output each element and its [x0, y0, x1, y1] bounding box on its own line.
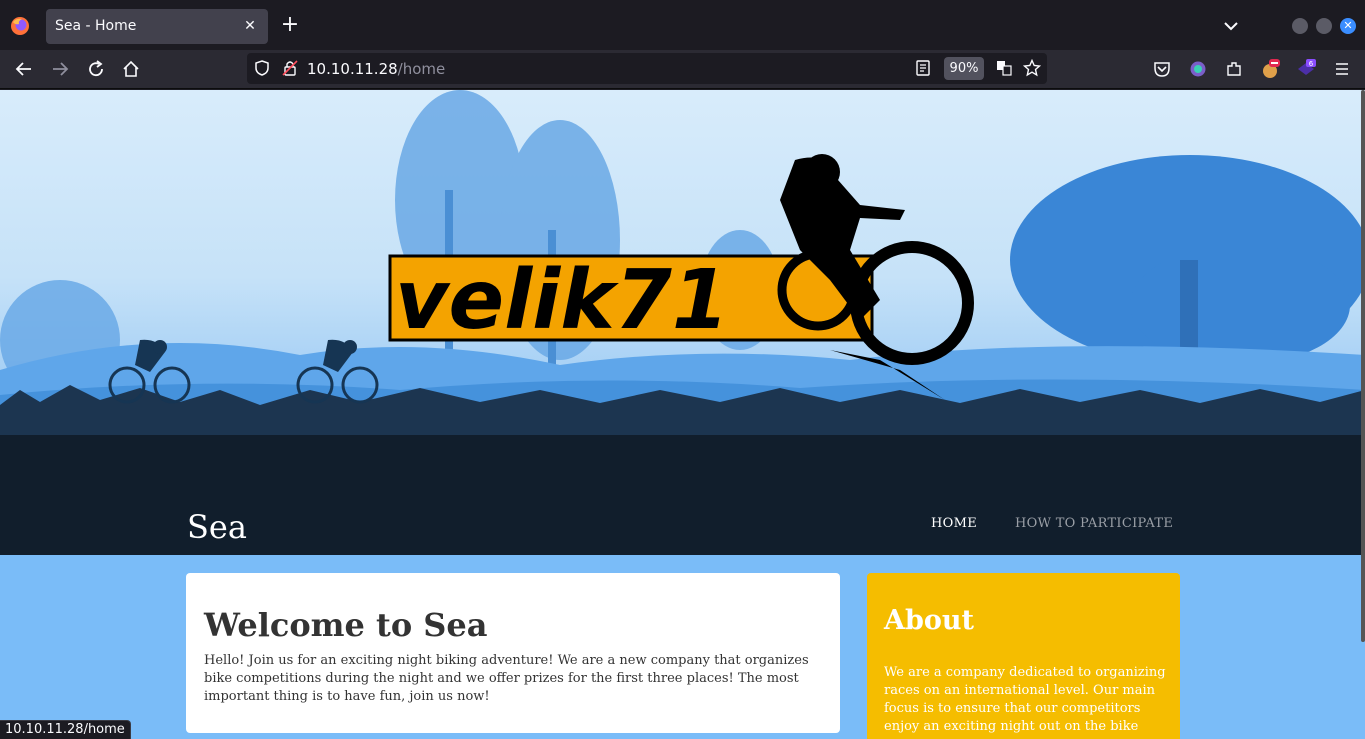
about-card: About We are a company dedicated to orga…: [867, 573, 1180, 739]
hero-banner: velik71 Sea HOME HOW TO PARTICIPATE: [0, 90, 1365, 555]
cookie-extension-icon[interactable]: [1259, 58, 1281, 80]
welcome-paragraph: Hello! Join us for an exciting night bik…: [204, 653, 809, 704]
minimize-button[interactable]: [1292, 18, 1308, 34]
extension-badge: 6: [1309, 60, 1314, 68]
tab-title: Sea - Home: [55, 18, 137, 34]
zoom-level-button[interactable]: 90%: [944, 57, 984, 80]
firefox-icon[interactable]: [8, 14, 32, 38]
about-paragraph: We are a company dedicated to organizing…: [884, 665, 1166, 734]
navigation-toolbar: 10.10.11.28/home 90% 6: [0, 50, 1365, 89]
url-bar[interactable]: 10.10.11.28/home 90%: [247, 53, 1047, 84]
page-viewport: velik71 Sea HOME HOW TO PARTICIPATE Welc…: [0, 90, 1365, 739]
close-tab-icon[interactable]: ✕: [241, 17, 259, 35]
close-window-button[interactable]: ✕: [1340, 18, 1356, 34]
site-header: Sea HOME HOW TO PARTICIPATE: [0, 490, 1365, 555]
url-path: /home: [397, 60, 446, 78]
bookmark-star-icon[interactable]: [1021, 57, 1043, 79]
reader-view-icon[interactable]: [912, 57, 934, 79]
pocket-icon[interactable]: [1151, 58, 1173, 80]
about-heading: About: [884, 605, 974, 636]
url-host: 10.10.11.28: [307, 60, 398, 78]
welcome-heading: Welcome to Sea: [204, 606, 488, 644]
site-logo-text: velik71: [395, 253, 729, 348]
maximize-button[interactable]: [1316, 18, 1332, 34]
translate-icon[interactable]: [993, 57, 1015, 79]
extension-globe-icon[interactable]: [1187, 58, 1209, 80]
reload-icon[interactable]: [85, 58, 107, 80]
home-icon[interactable]: [120, 58, 142, 80]
extensions-puzzle-icon[interactable]: [1223, 58, 1245, 80]
insecure-lock-icon[interactable]: [279, 57, 301, 79]
url-text[interactable]: 10.10.11.28/home: [307, 60, 445, 78]
site-title[interactable]: Sea: [187, 508, 247, 546]
welcome-card: Welcome to Sea Hello! Join us for an exc…: [186, 573, 840, 733]
link-status-tooltip: 10.10.11.28/home: [0, 720, 131, 739]
page-scrollbar[interactable]: [1361, 90, 1365, 642]
nav-link-home[interactable]: HOME: [931, 516, 977, 531]
back-arrow-icon[interactable]: [13, 58, 35, 80]
forward-arrow-icon[interactable]: [49, 58, 71, 80]
chevron-down-icon[interactable]: [1220, 15, 1242, 37]
tab-bar: Sea - Home ✕ + ✕: [0, 0, 1365, 50]
new-tab-button[interactable]: +: [279, 14, 301, 36]
hamburger-menu-icon[interactable]: [1331, 58, 1353, 80]
active-tab[interactable]: Sea - Home ✕: [46, 9, 268, 44]
wappalyzer-icon[interactable]: 6: [1295, 58, 1317, 80]
shield-icon[interactable]: [251, 57, 273, 79]
forest-cyclists-illustration: velik71: [0, 90, 1365, 555]
nav-link-how-to-participate[interactable]: HOW TO PARTICIPATE: [1015, 516, 1173, 531]
